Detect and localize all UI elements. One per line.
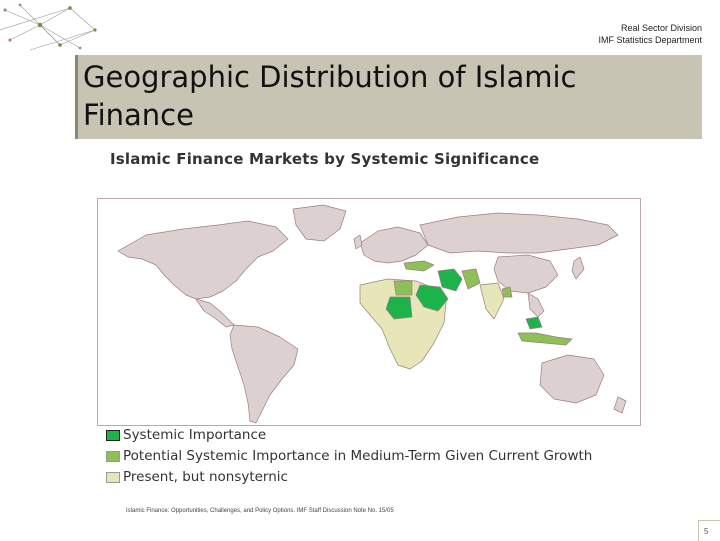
network-logo-icon [0, 3, 97, 51]
iran [437, 268, 463, 292]
legend-swatch [106, 430, 120, 441]
uk [353, 234, 363, 250]
north-america [117, 220, 289, 300]
turkey [403, 260, 435, 272]
title-bar: Geographic Distribution of Islamic Finan… [75, 55, 702, 139]
page-title-line1: Geographic Distribution of Islamic [83, 60, 577, 94]
central-america [195, 298, 235, 328]
page-title-line2: Finance [83, 98, 194, 132]
legend-swatch [106, 472, 120, 483]
legend-label: Present, but nonsyternic [123, 469, 288, 485]
page-title: Geographic Distribution of Islamic Finan… [83, 58, 576, 134]
china [493, 254, 559, 294]
russia [419, 212, 619, 254]
pakistan [461, 268, 481, 290]
south-america [229, 324, 299, 424]
legend-swatch [106, 451, 120, 462]
bangladesh [501, 286, 513, 298]
org-department: IMF Statistics Department [598, 35, 702, 45]
page-number: 5 [704, 527, 709, 536]
org-division: Real Sector Division [620, 23, 702, 33]
world-map-svg [117, 204, 627, 424]
title-accent [75, 55, 78, 139]
world-map [97, 198, 641, 426]
legend-label: Potential Systemic Importance in Medium-… [123, 448, 593, 464]
indonesia [517, 332, 573, 346]
southeast-asia [527, 292, 545, 318]
page-corner [698, 520, 720, 541]
india [479, 282, 505, 320]
australia [539, 354, 605, 404]
organization-label: Real Sector Division IMF Statistics Depa… [598, 22, 702, 46]
legend-label: Systemic Importance [123, 427, 267, 443]
egypt [393, 280, 413, 296]
japan [571, 256, 585, 280]
malaysia [525, 316, 543, 330]
new-zealand [613, 396, 627, 414]
map-title: Islamic Finance Markets by Systemic Sign… [110, 150, 540, 168]
europe [359, 226, 429, 264]
greenland [292, 204, 347, 242]
source-note: Islamic Finance: Opportunities, Challeng… [126, 508, 394, 514]
